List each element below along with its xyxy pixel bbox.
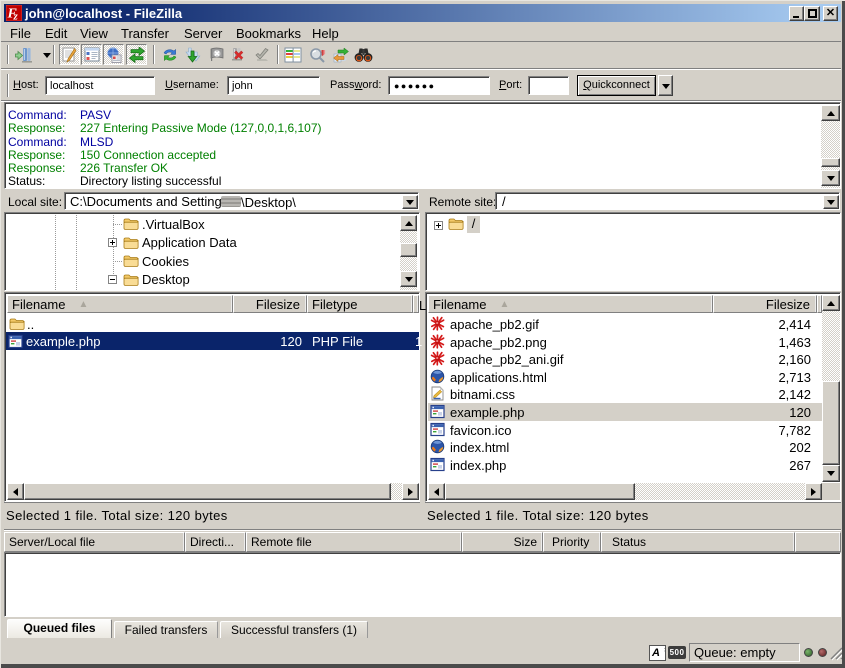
svg-text:z: z — [13, 11, 19, 22]
